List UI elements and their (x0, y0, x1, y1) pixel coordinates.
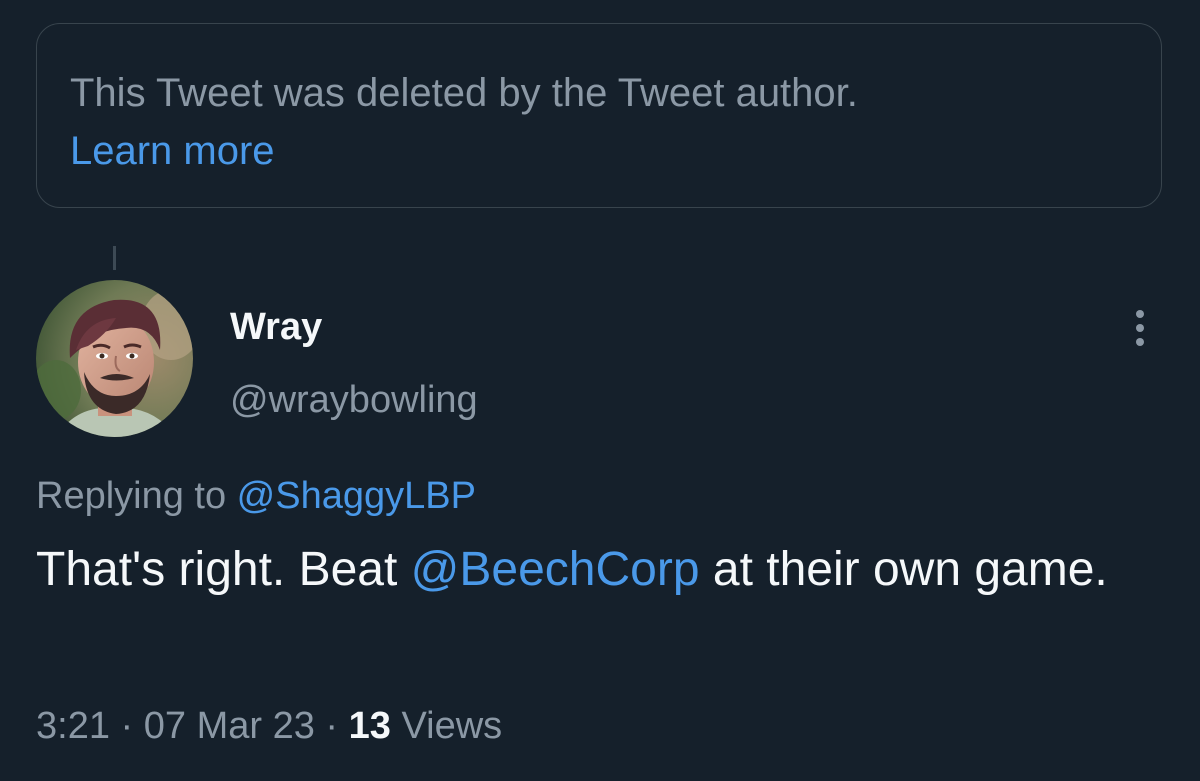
thread-connector-line (113, 246, 116, 270)
meta-separator: · (314, 705, 349, 747)
learn-more-link[interactable]: Learn more (70, 122, 1161, 180)
tweet-text-part2: at their own game. (699, 543, 1108, 596)
author-handle[interactable]: @wraybowling (230, 375, 478, 425)
deleted-notice-text: This Tweet was deleted by the Tweet auth… (70, 71, 858, 115)
tweet-text: That's right. Beat @BeechCorp at their o… (36, 540, 1166, 600)
more-vertical-icon (1136, 310, 1144, 346)
views-count[interactable]: 13 (349, 705, 391, 747)
reply-mention-link[interactable]: @ShaggyLBP (237, 475, 476, 517)
tweet-mention-link[interactable]: @BeechCorp (411, 543, 700, 596)
replying-to-prefix: Replying to (36, 475, 237, 517)
avatar-image (36, 280, 193, 437)
meta-separator: · (109, 705, 144, 747)
deleted-tweet-notice: This Tweet was deleted by the Tweet auth… (36, 23, 1162, 208)
more-options-button[interactable] (1120, 300, 1160, 360)
views-label: Views (390, 705, 503, 747)
tweet-text-part1: That's right. Beat (36, 543, 411, 596)
replying-to-line: Replying to @ShaggyLBP (36, 471, 476, 521)
tweet-date[interactable]: 07 Mar 23 (144, 705, 315, 747)
tweet-time[interactable]: 3:21 (36, 705, 110, 747)
avatar[interactable] (36, 280, 193, 437)
author-display-name[interactable]: Wray (230, 303, 322, 351)
tweet-metadata: 3:21 · 07 Mar 23 · 13 Views (36, 700, 502, 752)
